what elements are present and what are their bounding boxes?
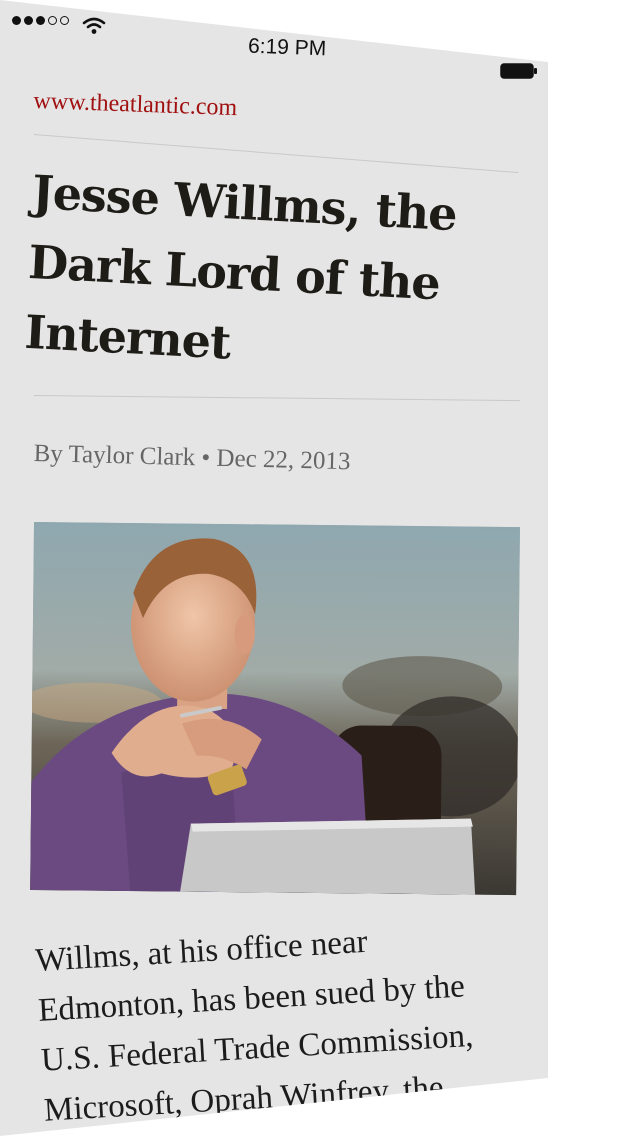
status-bar: 6:19 PM bbox=[0, 0, 548, 80]
signal-dot bbox=[12, 16, 21, 25]
article-photo bbox=[30, 522, 520, 896]
signal-dots-icon bbox=[12, 16, 69, 25]
article-body: Willms, at his office near Edmonton, has… bbox=[34, 923, 475, 1129]
photo-illustration bbox=[30, 522, 520, 896]
wifi-icon bbox=[82, 17, 106, 34]
signal-dot bbox=[24, 16, 33, 25]
signal-dot bbox=[36, 16, 45, 25]
article-headline: Jesse Willms, the Dark Lord of the Inter… bbox=[23, 164, 458, 370]
divider bbox=[33, 395, 520, 402]
site-url-link[interactable]: www.theatlantic.com bbox=[33, 88, 520, 139]
battery-icon bbox=[500, 63, 537, 79]
article: www.theatlantic.com Jesse Willms, the Da… bbox=[23, 80, 520, 1136]
signal-dot-empty bbox=[48, 16, 57, 25]
status-time: 6:19 PM bbox=[247, 34, 327, 61]
signal-dot-empty bbox=[60, 16, 69, 25]
phone-screen: 6:19 PM www.theatlantic.com Jesse Willms… bbox=[0, 0, 548, 1136]
screen: 6:19 PM www.theatlantic.com Jesse Willms… bbox=[0, 0, 640, 1136]
article-byline: By Taylor Clark • Dec 22, 2013 bbox=[33, 440, 351, 476]
